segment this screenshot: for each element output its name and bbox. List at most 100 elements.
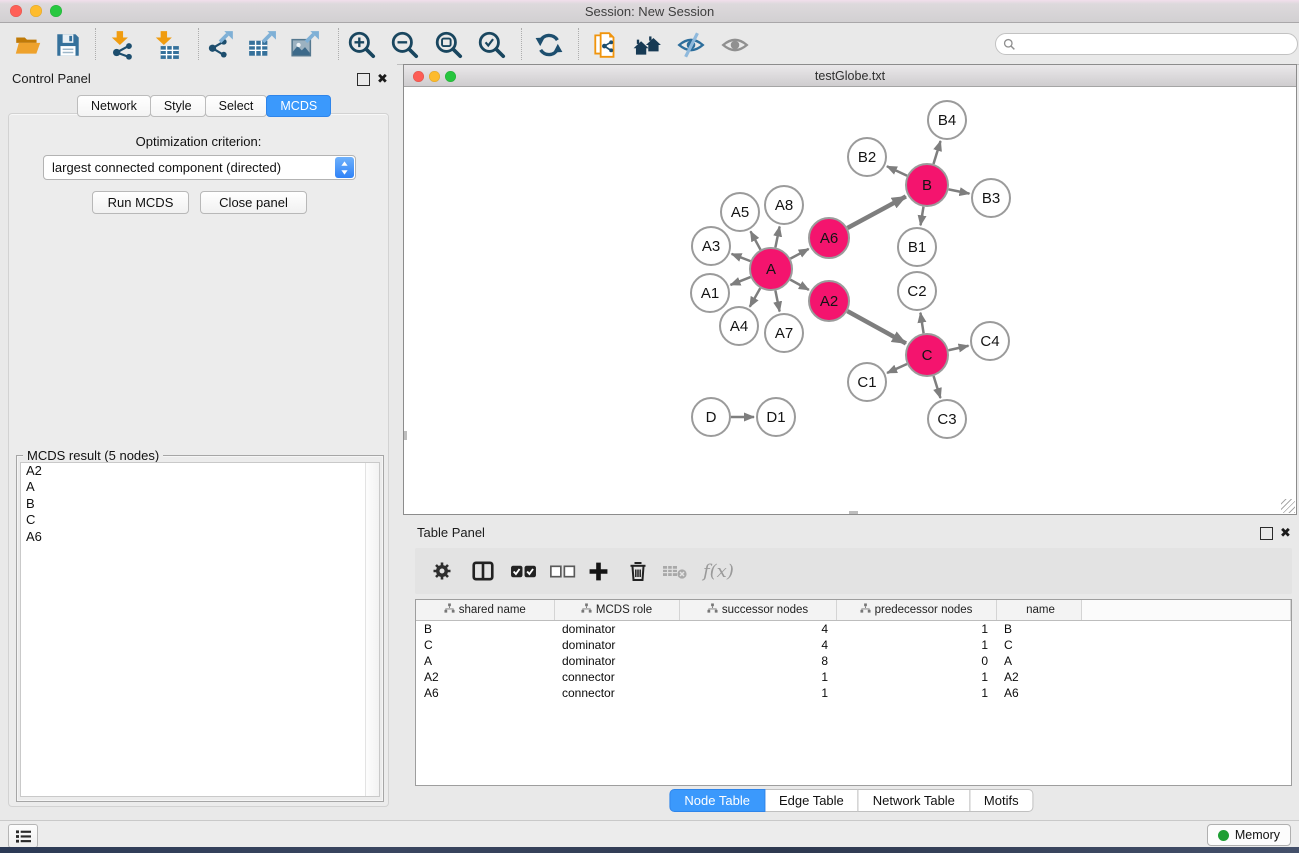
float-panel-icon[interactable] [357,73,370,86]
run-mcds-button[interactable]: Run MCDS [92,191,189,214]
graph-node-D[interactable]: D [692,398,730,436]
tab-motifs[interactable]: Motifs [969,789,1034,812]
result-list-scrollbar[interactable] [365,463,379,796]
table-cell[interactable]: 4 [679,621,836,638]
network-maximize-button[interactable] [445,71,456,82]
close-window-button[interactable] [10,5,22,17]
graph-node-B3[interactable]: B3 [972,179,1010,217]
add-column-icon[interactable] [588,558,609,584]
graph-node-B1[interactable]: B1 [898,228,936,266]
unselect-all-checkboxes-icon[interactable] [549,558,576,584]
close-panel-icon[interactable]: ✖ [377,72,388,85]
table-cell[interactable]: 1 [836,637,996,653]
table-cell[interactable]: A2 [996,669,1081,685]
network-canvas[interactable]: AA2A6BCA1A3A4A5A7A8B1B2B3B4C1C2C3C4DD1 [405,87,1295,512]
export-table-icon[interactable] [246,29,278,61]
edge-A-A2[interactable] [790,280,809,290]
graph-node-A1[interactable]: A1 [691,274,729,312]
table-cell[interactable]: B [416,621,554,638]
table-cell[interactable]: 4 [679,637,836,653]
edge-A-A3[interactable] [732,254,751,261]
show-columns-icon[interactable] [471,558,495,584]
save-session-icon[interactable] [52,29,84,61]
open-session-icon[interactable] [12,29,44,61]
import-network-icon[interactable] [106,29,138,61]
table-cell[interactable]: 1 [679,669,836,685]
table-cell[interactable]: A2 [416,669,554,685]
delete-columns-icon[interactable] [627,558,649,584]
graph-node-B4[interactable]: B4 [928,101,966,139]
export-image-icon[interactable] [289,29,321,61]
result-list-item[interactable]: A [21,479,379,495]
column-header-predecessor-nodes[interactable]: predecessor nodes [836,600,996,621]
table-cell[interactable]: B [996,621,1081,638]
graph-node-C3[interactable]: C3 [928,400,966,438]
float-table-panel-icon[interactable] [1260,527,1273,540]
edge-A-A1[interactable] [730,277,750,285]
import-table-icon[interactable] [150,29,182,61]
resize-grip-icon[interactable] [1281,499,1295,513]
export-network-icon[interactable] [204,29,236,61]
table-cell[interactable]: connector [554,669,679,685]
edge-C-C4[interactable] [948,346,968,350]
new-network-from-selection-icon[interactable] [590,29,622,61]
table-cell[interactable]: A6 [416,685,554,701]
tab-select[interactable]: Select [205,95,268,117]
table-options-gear-icon[interactable] [431,558,453,584]
close-panel-button[interactable]: Close panel [200,191,307,214]
graph-node-B2[interactable]: B2 [848,138,886,176]
graph-node-A2[interactable]: A2 [809,281,849,321]
minimize-window-button[interactable] [30,5,42,17]
table-cell[interactable]: dominator [554,621,679,638]
table-cell[interactable]: 1 [836,621,996,638]
table-cell[interactable]: A [996,653,1081,669]
result-list-item[interactable]: A2 [21,463,379,479]
table-cell[interactable]: 1 [679,685,836,701]
result-list-item[interactable]: A6 [21,529,379,545]
table-cell[interactable]: 1 [836,669,996,685]
table-cell[interactable]: 1 [836,685,996,701]
tab-edge-table[interactable]: Edge Table [764,789,859,812]
table-cell[interactable]: 0 [836,653,996,669]
table-cell[interactable]: dominator [554,653,679,669]
graph-node-A6[interactable]: A6 [809,218,849,258]
network-overview-icon[interactable] [631,29,663,61]
graph-node-D1[interactable]: D1 [757,398,795,436]
edge-A-A7[interactable] [775,291,779,312]
zoom-selected-icon[interactable] [476,29,508,61]
zoom-out-icon[interactable] [389,29,421,61]
graph-node-B[interactable]: B [906,164,948,206]
network-close-button[interactable] [413,71,424,82]
edge-B-B4[interactable] [933,141,940,164]
network-graph[interactable]: AA2A6BCA1A3A4A5A7A8B1B2B3B4C1C2C3C4DD1 [405,87,1295,512]
search-field[interactable] [995,33,1298,55]
edge-B-B3[interactable] [949,189,970,193]
table-cell[interactable]: C [416,637,554,653]
edge-B-B2[interactable] [887,166,907,175]
tab-node-table[interactable]: Node Table [669,789,765,812]
graph-node-A3[interactable]: A3 [692,227,730,265]
edge-A2-C[interactable] [847,311,906,343]
edge-A-A5[interactable] [751,231,761,249]
edge-C-C2[interactable] [920,313,923,334]
tab-network[interactable]: Network [77,95,151,117]
search-input[interactable] [1020,36,1274,52]
edge-A-A4[interactable] [750,288,760,307]
table-cell[interactable]: C [996,637,1081,653]
table-cell[interactable]: A6 [996,685,1081,701]
graph-node-C1[interactable]: C1 [848,363,886,401]
graph-node-A5[interactable]: A5 [721,193,759,231]
result-list-item[interactable]: C [21,512,379,528]
graph-node-A[interactable]: A [750,248,792,290]
graph-node-A8[interactable]: A8 [765,186,803,224]
task-history-button[interactable] [8,824,38,848]
graph-node-A4[interactable]: A4 [720,307,758,345]
zoom-in-icon[interactable] [346,29,378,61]
table-cell[interactable]: connector [554,685,679,701]
edge-A-A6[interactable] [790,249,808,259]
table-cell[interactable]: 8 [679,653,836,669]
column-header-MCDS-role[interactable]: MCDS role [554,600,679,621]
close-table-panel-icon[interactable]: ✖ [1280,526,1291,539]
edge-B-B1[interactable] [921,207,924,226]
column-header-successor-nodes[interactable]: successor nodes [679,600,836,621]
